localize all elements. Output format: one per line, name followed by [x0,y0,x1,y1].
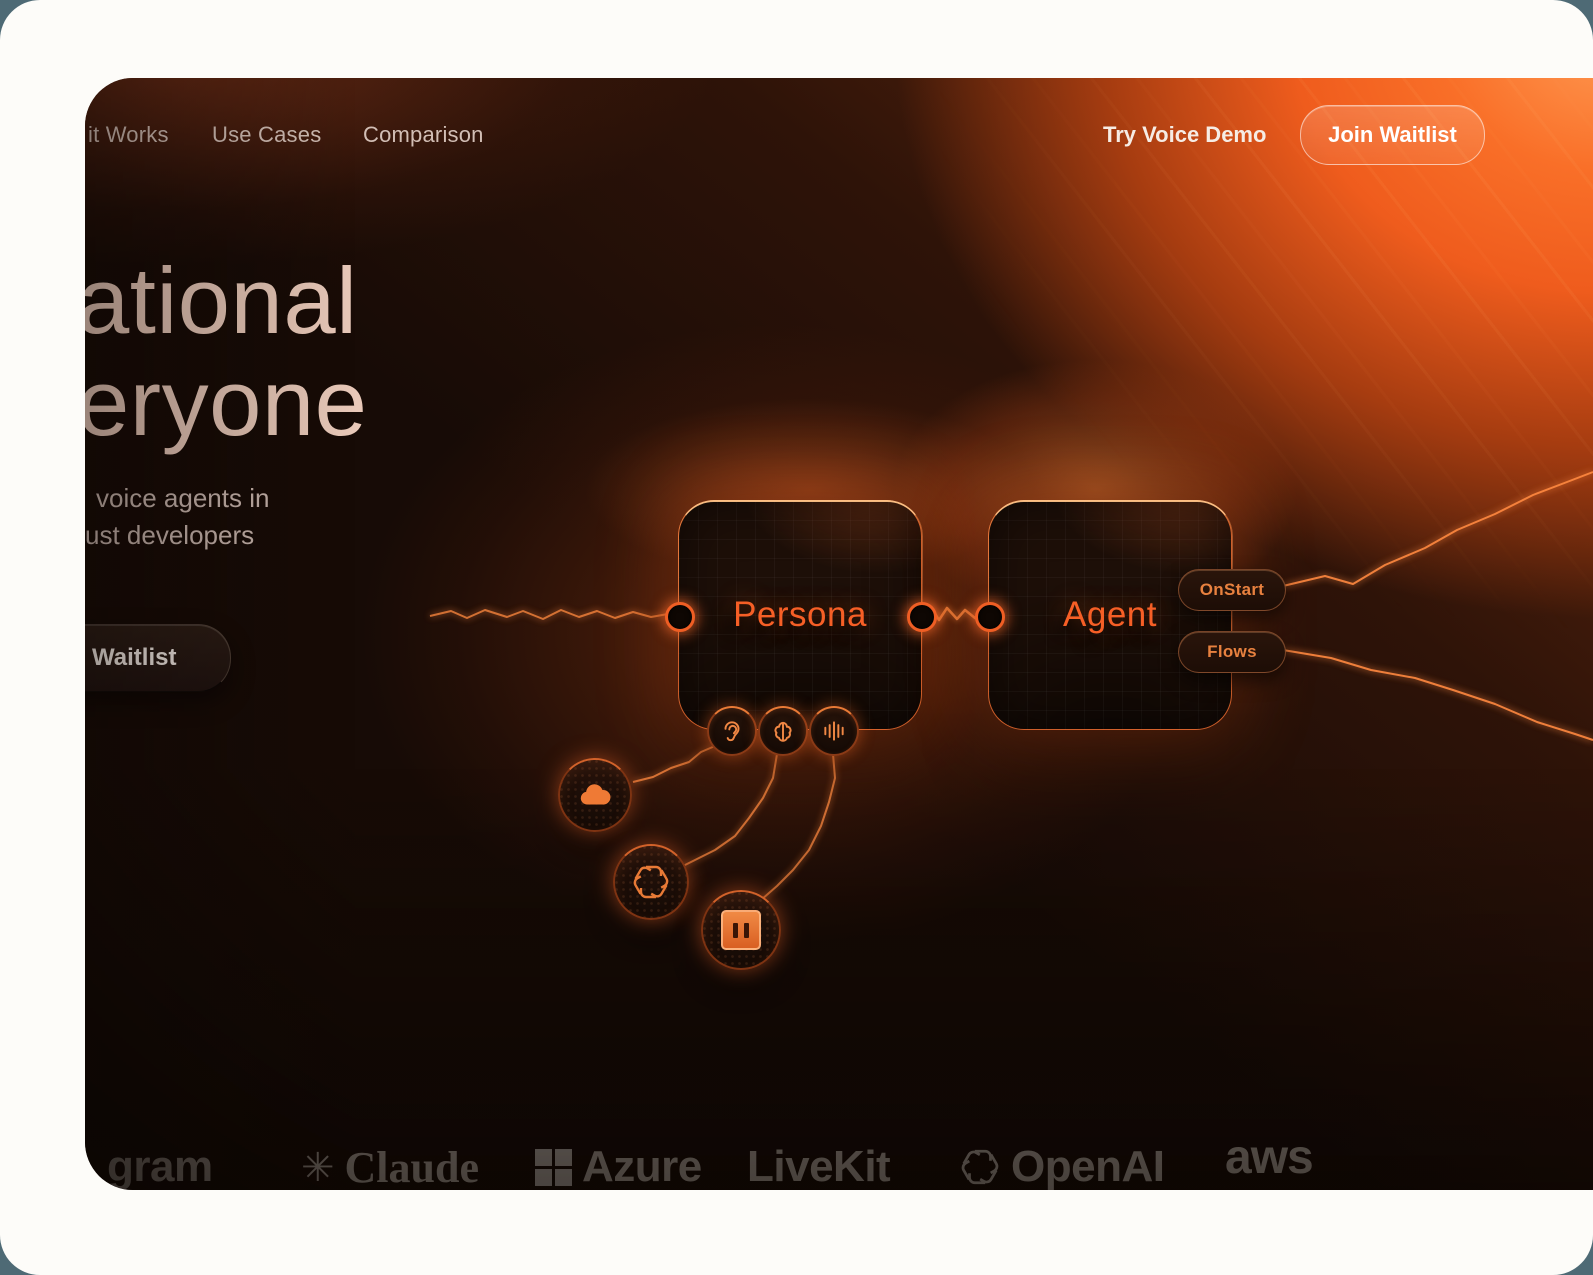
bolt-left-to-persona [430,610,668,619]
claude-star-icon: ✳ [301,1145,335,1191]
hero-waitlist-button[interactable]: Waitlist [85,624,231,692]
hero-heading: ational eryone [85,250,367,454]
logo-claude: ✳ Claude [301,1142,479,1190]
bolt-brain-to-openai [679,754,777,868]
bolt-ear-to-cloud [633,746,715,782]
openai-provider-circle [613,844,689,920]
nav-item-comparison[interactable]: Comparison [363,122,484,148]
logo-livekit: LiveKit [747,1142,890,1190]
agent-node-title: Agent [1063,595,1157,635]
logo-azure: Azure [535,1142,702,1190]
website-viewport: it Works Use Cases Comparison Try Voice … [85,78,1593,1190]
screenshot-frame: it Works Use Cases Comparison Try Voice … [0,0,1593,1275]
bolt-wave-to-pause [761,754,835,900]
join-waitlist-label: Join Waitlist [1328,122,1457,148]
nav-item-use-cases[interactable]: Use Cases [212,122,321,148]
logo-aws-text: aws [1225,1130,1313,1185]
hero-subtitle-line-1: voice agents in [85,480,269,517]
agent-left-port [975,602,1005,632]
ear-icon [719,718,745,744]
pause-provider-circle [701,890,781,970]
agent-node-card: Agent [988,500,1232,730]
persona-left-port [665,602,695,632]
persona-node-card: Persona [678,500,922,730]
onstart-badge-label: OnStart [1200,580,1264,600]
logo-aws: aws [1225,1130,1313,1185]
hero-waitlist-label: Waitlist [85,644,176,672]
logo-deepgram: gram [107,1142,213,1190]
hero-heading-line-1: ational [85,250,367,352]
flows-badge-label: Flows [1207,642,1257,662]
try-voice-demo-link[interactable]: Try Voice Demo [1103,122,1266,148]
pause-icon [721,910,761,950]
logo-deepgram-text: gram [107,1142,213,1190]
openai-icon [631,862,671,902]
cloud-icon [576,776,614,814]
azure-squares-icon [535,1149,572,1186]
page-canvas: { "nav": { "items": [ {"label": "it Work… [0,0,1593,1275]
brain-icon-chip [758,706,808,756]
logo-claude-text: Claude [345,1142,479,1190]
openai-logo-icon [959,1146,1001,1188]
onstart-badge: OnStart [1178,569,1286,611]
join-waitlist-button[interactable]: Join Waitlist [1300,105,1485,165]
flows-badge: Flows [1178,631,1286,673]
brain-icon [770,718,796,744]
hero-heading-line-2: eryone [85,352,367,454]
logo-azure-text: Azure [582,1142,702,1190]
waveform-icon-chip [809,706,859,756]
bolt-onstart-to-edge [1283,472,1593,586]
bolt-flows-to-edge [1283,650,1593,740]
waveform-icon [821,718,847,744]
persona-node-title: Persona [733,595,867,635]
logo-openai-text: OpenAI [1011,1142,1164,1190]
ear-icon-chip [707,706,757,756]
hero-subtitle: voice agents in ust developers [85,480,269,554]
nav-item-how-it-works[interactable]: it Works [88,122,169,148]
hero-subtitle-line-2: ust developers [85,517,269,554]
logo-livekit-text: LiveKit [747,1142,890,1190]
logo-openai: OpenAI [959,1142,1164,1190]
persona-right-port [907,602,937,632]
cloud-provider-circle [558,758,632,832]
